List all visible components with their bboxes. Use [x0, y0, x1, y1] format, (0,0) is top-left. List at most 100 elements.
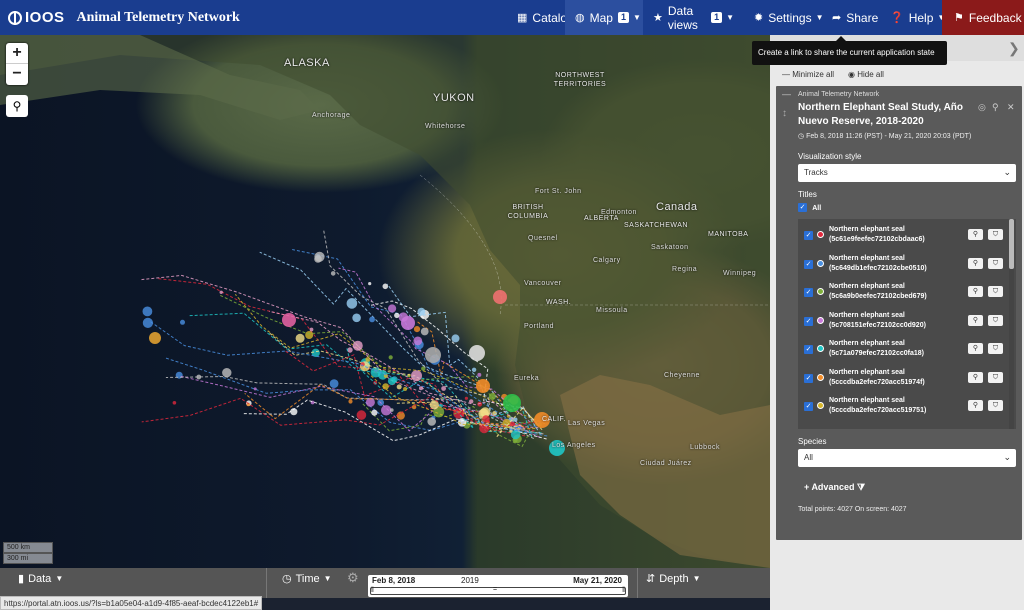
- range-drag-handle[interactable]: =: [493, 586, 497, 593]
- chevron-right-icon[interactable]: ❯: [1008, 40, 1020, 57]
- seal-track-line[interactable]: [164, 357, 537, 432]
- seal-position-marker[interactable]: [411, 370, 422, 382]
- scrollbar-thumb[interactable]: [1009, 219, 1014, 269]
- range-start-handle[interactable]: ‖: [371, 587, 374, 594]
- seal-position-marker[interactable]: [352, 313, 361, 323]
- seal-position-marker[interactable]: [329, 379, 339, 388]
- tag-button[interactable]: ⛉: [988, 400, 1003, 411]
- time-menu-button[interactable]: ◷ Time ▼: [282, 572, 332, 586]
- minimize-all-button[interactable]: — Minimize all: [782, 70, 834, 79]
- depth-menu-button[interactable]: ⇵ Depth ▼: [646, 572, 701, 586]
- seal-position-marker[interactable]: [394, 312, 400, 319]
- zoom-out-button[interactable]: −: [6, 64, 28, 85]
- seal-position-marker[interactable]: [476, 379, 490, 393]
- tag-button[interactable]: ⛉: [988, 286, 1003, 297]
- tag-button[interactable]: ⛉: [988, 371, 1003, 383]
- seal-track-line[interactable]: [220, 294, 549, 424]
- seal-position-marker[interactable]: [464, 396, 468, 400]
- seal-list-item[interactable]: ✓ Northern elephant seal (5cccdba2efec720a…: [798, 365, 1008, 393]
- seal-position-marker[interactable]: [172, 401, 177, 405]
- zoom-to-item-button[interactable]: ⚲: [968, 257, 983, 269]
- data-menu-button[interactable]: ▮ Data ▼: [18, 572, 63, 586]
- seal-position-marker[interactable]: [390, 408, 394, 412]
- seal-position-marker[interactable]: [352, 340, 363, 351]
- zoom-box-button[interactable]: ⚲: [6, 95, 28, 117]
- close-icon[interactable]: ✕: [1007, 102, 1015, 113]
- zoom-to-item-button[interactable]: ⚲: [968, 343, 983, 354]
- seal-list-item[interactable]: ✓ Northern elephant seal (5c71a079efec7210…: [798, 336, 1008, 364]
- item-checkbox[interactable]: ✓: [804, 402, 813, 411]
- seal-position-marker[interactable]: [196, 374, 202, 380]
- hide-all-button[interactable]: ◉ Hide all: [848, 70, 884, 79]
- list-scrollbar[interactable]: [1009, 219, 1014, 429]
- tag-button[interactable]: ⛉: [988, 343, 1003, 354]
- nav-feedback[interactable]: ⚑ Feedback: [942, 0, 1024, 35]
- nav-share[interactable]: ➦ Share: [822, 0, 880, 35]
- seal-position-marker[interactable]: [330, 271, 336, 276]
- select-all-checkbox[interactable]: ✓: [798, 203, 807, 213]
- seal-position-marker[interactable]: [309, 327, 314, 332]
- seal-position-marker[interactable]: [253, 387, 257, 391]
- seal-list-item[interactable]: ✓ Northern elephant seal (5c61e9feefec7210…: [798, 222, 1008, 250]
- zoom-to-item-button[interactable]: ⚲: [968, 371, 983, 383]
- seal-position-marker[interactable]: [282, 313, 296, 327]
- seal-position-marker[interactable]: [142, 306, 153, 317]
- seal-position-marker[interactable]: [469, 399, 474, 404]
- seal-position-marker[interactable]: [314, 255, 322, 263]
- seal-position-marker[interactable]: [427, 417, 437, 426]
- seal-list-item[interactable]: ✓ Northern elephant seal (5c649db1efec7210…: [798, 251, 1008, 279]
- select-all-row[interactable]: ✓ All: [798, 203, 821, 213]
- drag-handle-icon[interactable]: ↕: [782, 108, 787, 119]
- seal-position-marker[interactable]: [477, 372, 482, 377]
- time-settings-gear-icon[interactable]: ⚙: [347, 570, 359, 586]
- nav-map[interactable]: ◍ Map 1 ▼: [565, 0, 643, 35]
- seal-position-marker[interactable]: [222, 368, 232, 378]
- item-checkbox[interactable]: ✓: [804, 316, 813, 326]
- vis-style-select[interactable]: Tracks ⌄: [798, 164, 1016, 182]
- seal-position-marker[interactable]: [346, 298, 358, 309]
- seal-position-marker[interactable]: [469, 345, 485, 361]
- seal-position-marker[interactable]: [503, 394, 521, 412]
- advanced-filter-button[interactable]: + Advanced ⧩: [804, 482, 865, 493]
- seal-position-marker[interactable]: [488, 393, 496, 400]
- seal-position-marker[interactable]: [382, 383, 389, 390]
- tag-button[interactable]: ⛉: [988, 257, 1003, 269]
- item-checkbox[interactable]: ✓: [804, 231, 813, 240]
- seal-position-marker[interactable]: [396, 384, 402, 390]
- item-checkbox[interactable]: ✓: [804, 345, 813, 354]
- seal-position-marker[interactable]: [413, 336, 423, 346]
- seal-position-marker[interactable]: [149, 332, 161, 344]
- seal-position-marker[interactable]: [368, 282, 372, 286]
- item-checkbox[interactable]: ✓: [804, 259, 813, 269]
- item-checkbox[interactable]: ✓: [804, 373, 813, 383]
- nav-settings[interactable]: ✹ Settings ▼: [744, 0, 824, 35]
- seal-position-marker[interactable]: [401, 316, 415, 330]
- tag-button[interactable]: ⛉: [988, 314, 1003, 326]
- seal-position-marker[interactable]: [356, 410, 367, 420]
- seal-position-marker[interactable]: [420, 327, 429, 336]
- seal-position-marker[interactable]: [305, 331, 314, 339]
- zoom-to-item-button[interactable]: ⚲: [968, 286, 983, 297]
- seal-position-marker[interactable]: [425, 347, 441, 363]
- seal-position-marker[interactable]: [295, 333, 305, 343]
- seal-position-marker[interactable]: [180, 319, 185, 325]
- seal-position-marker[interactable]: [413, 326, 421, 333]
- visibility-icon[interactable]: ◎: [978, 102, 986, 113]
- seal-position-marker[interactable]: [381, 405, 392, 416]
- seal-position-marker[interactable]: [290, 408, 298, 416]
- seal-list-item[interactable]: ✓ Northern elephant seal (5c6a9b0eefec7210…: [798, 279, 1008, 307]
- seal-position-marker[interactable]: [471, 367, 477, 372]
- seal-position-marker[interactable]: [388, 304, 397, 313]
- seal-position-marker[interactable]: [403, 387, 408, 391]
- seal-position-marker[interactable]: [348, 399, 353, 404]
- collapse-icon[interactable]: —: [782, 89, 791, 99]
- zoom-to-item-button[interactable]: ⚲: [968, 400, 983, 411]
- seal-position-marker[interactable]: [219, 290, 223, 294]
- tag-button[interactable]: ⛉: [988, 229, 1003, 240]
- seal-position-marker[interactable]: [451, 334, 460, 343]
- seal-position-marker[interactable]: [482, 415, 490, 423]
- zoom-to-icon[interactable]: ⚲: [992, 102, 999, 113]
- seal-position-marker[interactable]: [142, 317, 153, 328]
- seal-position-marker[interactable]: [441, 386, 446, 391]
- range-end-handle[interactable]: ‖: [622, 587, 625, 594]
